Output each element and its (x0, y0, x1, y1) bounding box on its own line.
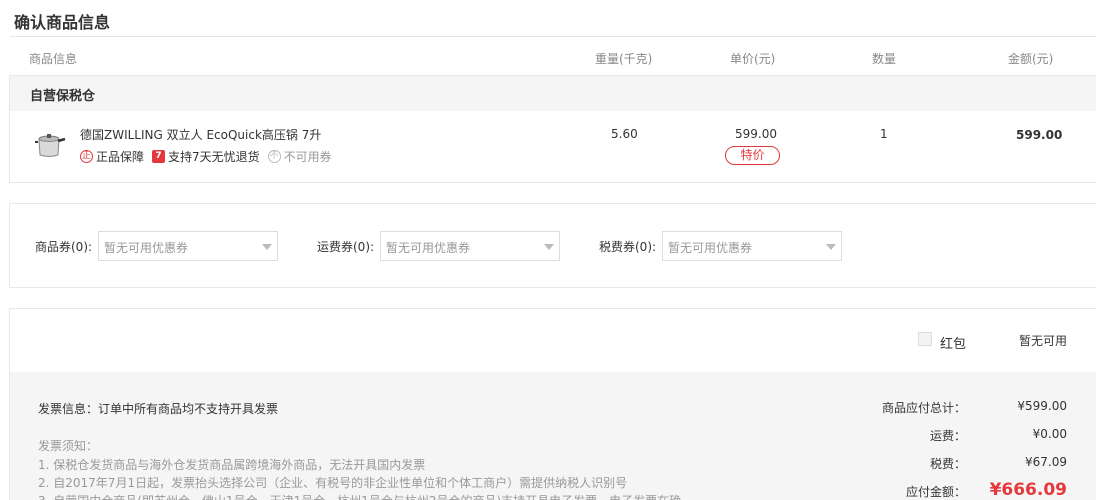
total-label: 应付金额： (905, 485, 966, 499)
product-tags: 正 正品保障 7 支持7天无忧退货 不 不可用券 (80, 148, 340, 165)
tax-coupon-label: 税费券(0): (599, 240, 657, 254)
invoice-note: 2. 自2017年7月1日起，发票抬头选择公司（企业、有税号的非企业性单位和个体… (38, 476, 628, 490)
invoice-info: 发票信息：订单中所有商品均不支持开具发票 (38, 402, 279, 416)
genuine-label: 正品保障 (96, 150, 145, 164)
header-product: 商品信息 (29, 52, 78, 66)
product-quantity: 1 (880, 127, 888, 141)
subtotal-value: ¥599.00 (1017, 399, 1067, 413)
hongbao-checkbox[interactable] (918, 332, 932, 346)
warehouse-header: 自营保税仓 (10, 76, 1096, 111)
total-value: ¥666.09 (989, 480, 1067, 500)
header-weight: 重量(千克) (595, 52, 653, 66)
page-title: 确认商品信息 (14, 13, 111, 32)
header-amount: 金额(元) (1008, 52, 1054, 66)
genuine-tag: 正 正品保障 (80, 148, 144, 165)
header-unit-price: 单价(元) (730, 52, 776, 66)
shipping-coupon-value: 暂无可用优惠券 (386, 241, 471, 255)
special-price-badge: 特价 (725, 146, 780, 165)
no-coupon-tag: 不 不可用券 (267, 148, 332, 165)
return-tag: 7 支持7天无忧退货 (152, 148, 260, 165)
genuine-icon: 正 (80, 150, 93, 163)
product-coupon-select[interactable]: 暂无可用优惠券 (98, 231, 278, 261)
product-weight: 5.60 (611, 127, 638, 141)
invoice-notes-title: 发票须知： (38, 439, 99, 453)
tax-coupon-select[interactable]: 暂无可用优惠券 (662, 231, 842, 261)
product-coupon-value: 暂无可用优惠券 (104, 241, 189, 255)
seven-day-icon: 7 (152, 150, 166, 163)
header-quantity: 数量 (872, 52, 897, 66)
warehouse-name: 自营保税仓 (30, 89, 96, 104)
tax-label: 税费： (929, 457, 966, 471)
shipping-value: ¥0.00 (1032, 427, 1067, 441)
no-coupon-label: 不可用券 (283, 150, 332, 164)
product-coupon-label: 商品券(0): (35, 240, 93, 254)
pressure-cooker-image[interactable] (34, 131, 66, 159)
invoice-note: 3. 自营国内仓商品(即苏州仓、佛山1号仓、天津1号仓、杭州1号仓与杭州2号仓的… (38, 492, 681, 500)
chevron-down-icon (544, 244, 554, 250)
chevron-down-icon (262, 244, 272, 250)
tax-coupon-value: 暂无可用优惠券 (668, 241, 753, 255)
title-divider (10, 36, 1096, 37)
product-unit-price: 599.00 (735, 127, 777, 141)
shipping-coupon-label: 运费券(0): (317, 240, 375, 254)
hongbao-status: 暂无可用 (1019, 334, 1068, 348)
product-amount: 599.00 (1016, 128, 1063, 142)
return-label: 支持7天无忧退货 (168, 150, 260, 164)
subtotal-label: 商品应付总计： (881, 401, 966, 415)
chevron-down-icon (826, 244, 836, 250)
invoice-note: 1. 保税仓发货商品与海外仓发货商品属跨境海外商品，无法开具国内发票 (38, 458, 426, 472)
shipping-coupon-select[interactable]: 暂无可用优惠券 (380, 231, 560, 261)
no-coupon-icon: 不 (267, 150, 281, 163)
hongbao-label: 红包 (940, 337, 967, 352)
tax-value: ¥67.09 (1025, 455, 1067, 469)
product-name[interactable]: 德国ZWILLING 双立人 EcoQuick高压锅 7升 (80, 126, 321, 143)
shipping-label: 运费： (929, 429, 966, 443)
